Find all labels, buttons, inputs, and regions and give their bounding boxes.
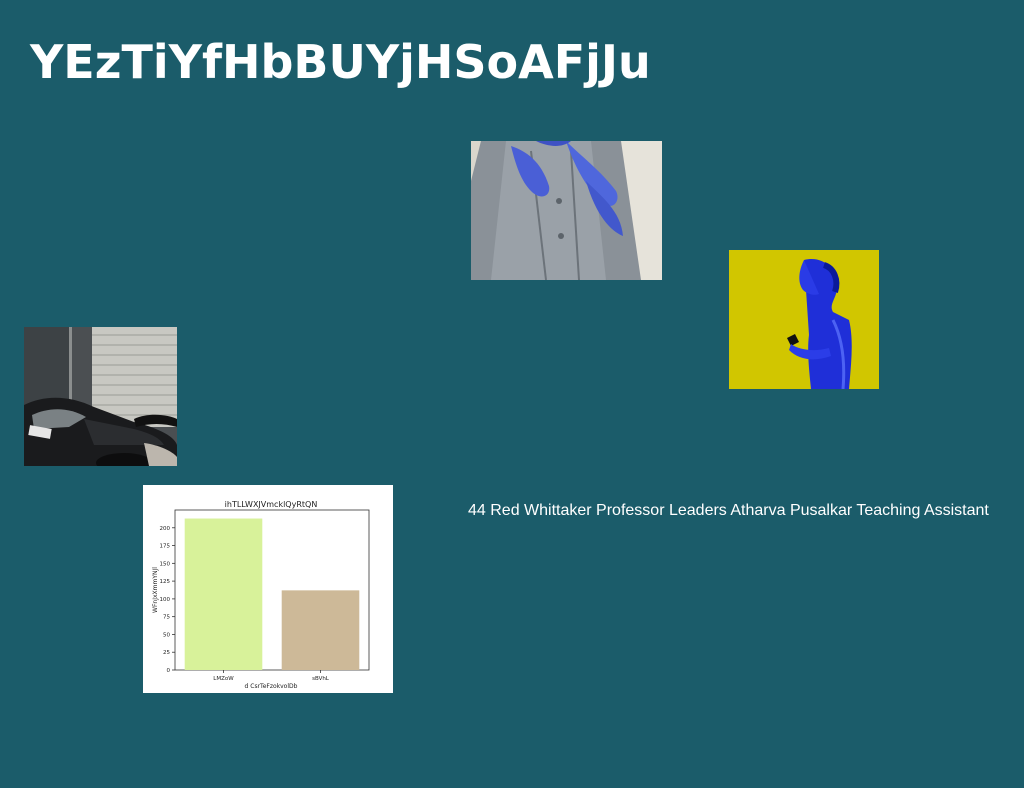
plot-area: 0 25 50 75 100 125 150 175 200 LMZoW sBVhL <box>160 509 370 682</box>
y-tick-label: 150 <box>160 561 171 567</box>
bar-LMZoW <box>184 518 263 670</box>
y-tick-label: 50 <box>163 632 170 638</box>
caption-text: 44 Red Whittaker Professor Leaders Athar… <box>468 502 989 519</box>
bar-sBVhL <box>281 590 360 670</box>
chart-title: ihTLLWXJVmcklQyRtQN <box>225 500 318 509</box>
person-hands-photo <box>471 141 662 280</box>
y-tick-label: 25 <box>163 650 170 656</box>
y-tick-label: 75 <box>163 615 170 621</box>
bar-chart: ihTLLWXJVmcklQyRtQN 0 25 50 75 100 125 150 175 2… <box>143 485 393 693</box>
y-tick-label: 175 <box>160 544 171 550</box>
y-tick-label: 100 <box>160 597 171 603</box>
y-tick-label: 0 <box>167 668 171 674</box>
x-tick-label: LMZoW <box>213 676 234 682</box>
bar-chart-svg: ihTLLWXJVmcklQyRtQN 0 25 50 75 100 125 150 175 2… <box>152 500 370 690</box>
y-tick-label: 125 <box>160 579 171 585</box>
page-title: YEzTiYfHbBUYjHSoAFjJu <box>30 35 651 89</box>
car-garage-photo <box>24 327 177 466</box>
x-tick-label: sBVhL <box>312 676 330 682</box>
y-tick-label: 200 <box>160 526 171 532</box>
chart-ylabel: WFnJxXmmYNJl <box>152 567 159 613</box>
person-phone-photo <box>729 250 879 389</box>
chart-xlabel: d CsrTeFzokvolDb <box>245 683 298 690</box>
